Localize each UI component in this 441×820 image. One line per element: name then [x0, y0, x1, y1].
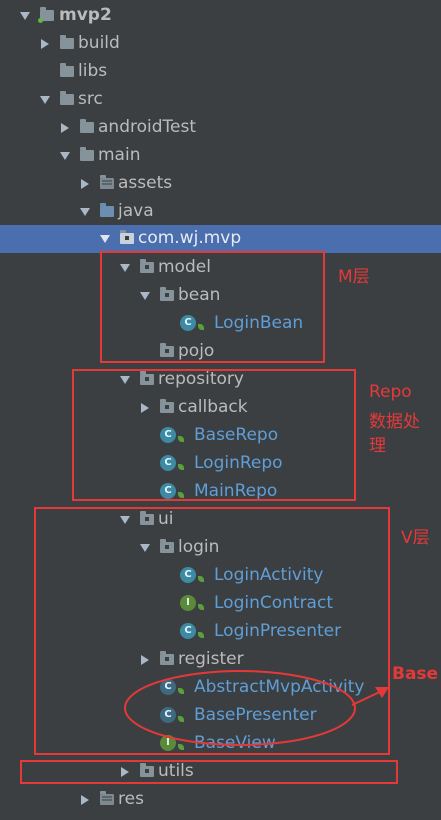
base-annotation: Base — [392, 664, 439, 684]
base-ellipse — [124, 670, 356, 746]
base-highlight-overlay — [124, 670, 389, 746]
